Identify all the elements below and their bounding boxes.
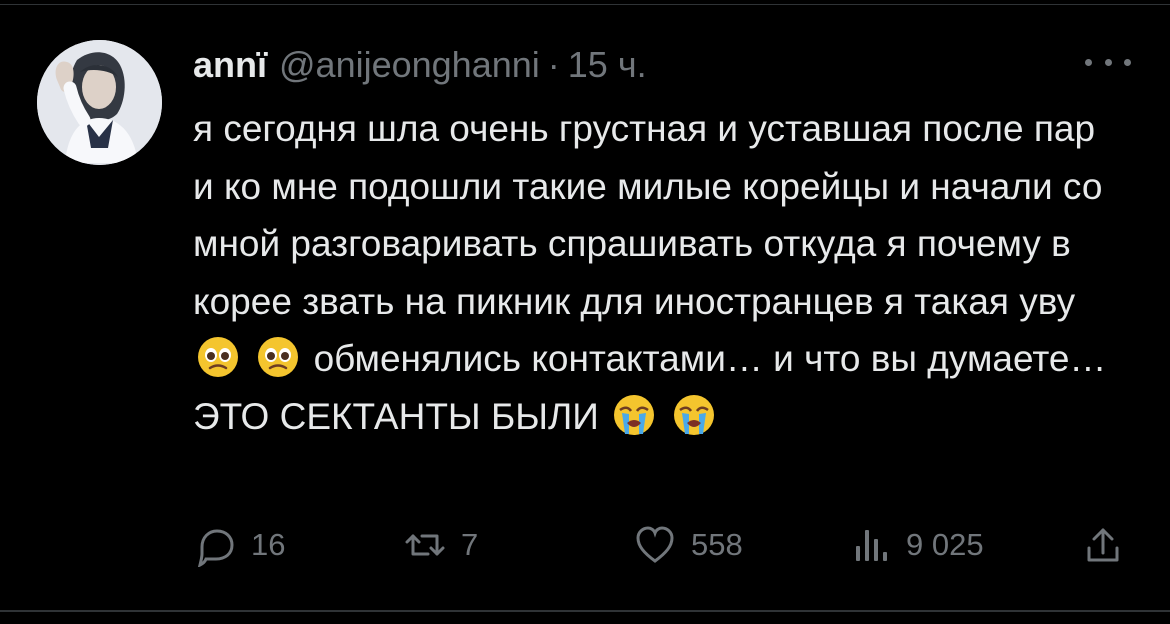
heart-icon <box>636 526 674 563</box>
more-dot-left <box>1085 58 1092 66</box>
bottom-divider <box>0 610 1170 612</box>
tweet-text: я сегодня шла очень грустная и уставшая … <box>193 100 1123 445</box>
retweet-icon <box>405 534 445 556</box>
tweet[interactable]: annï @anijeonghanni · 15 ч. я сегодня шл… <box>0 0 1170 610</box>
retweet-count: 7 <box>461 527 479 562</box>
tweet-header: annï @anijeonghanni · 15 ч. <box>193 44 647 94</box>
reply-icon <box>197 529 234 567</box>
views-button[interactable]: 9 025 <box>848 515 984 575</box>
reply-count: 16 <box>251 527 286 562</box>
share-button[interactable] <box>1081 515 1125 575</box>
views-count: 9 025 <box>906 527 984 562</box>
separator-dot: · <box>547 44 560 85</box>
more-icon[interactable] <box>1085 50 1131 74</box>
avatar[interactable] <box>37 40 162 165</box>
pleading-face-icon <box>198 337 238 377</box>
more-dot-middle <box>1104 58 1112 66</box>
share-icon <box>1087 528 1119 562</box>
tweet-text-part-1: я сегодня шла очень грустная и уставшая … <box>193 108 1103 322</box>
like-count: 558 <box>691 527 743 562</box>
like-button[interactable]: 558 <box>633 515 743 575</box>
author-handle[interactable]: @anijeonghanni <box>279 44 540 86</box>
retweet-button[interactable]: 7 <box>403 515 478 575</box>
views-icon <box>856 530 887 561</box>
crying-face-icon <box>674 394 715 435</box>
reply-button[interactable]: 16 <box>193 515 285 575</box>
tweet-actions: 16 7 558 9 025 <box>193 515 1138 575</box>
timestamp[interactable]: 15 ч. <box>568 44 647 86</box>
pleading-face-icon <box>258 337 299 377</box>
crying-face-icon <box>614 394 655 435</box>
more-dot-right <box>1124 58 1131 66</box>
author-name[interactable]: annï <box>193 44 267 86</box>
